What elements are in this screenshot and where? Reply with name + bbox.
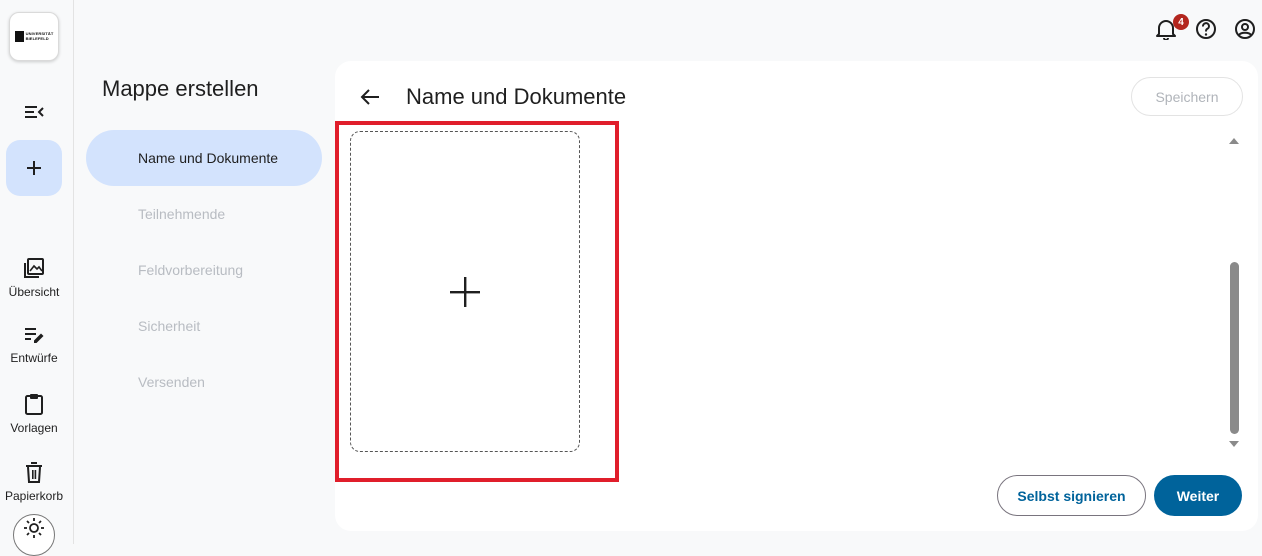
theme-toggle-button[interactable] [13, 514, 55, 556]
page-title: Name und Dokumente [406, 84, 627, 109]
university-logo[interactable]: UNIVERSITÄT BIELEFELD [9, 12, 59, 61]
create-button[interactable] [6, 140, 62, 196]
clipboard-icon [25, 394, 43, 415]
account-circle-icon [1235, 19, 1255, 39]
scroll-up-arrow-icon[interactable] [1229, 136, 1239, 146]
step-feldvorbereitung[interactable]: Feldvorbereitung [86, 242, 322, 298]
add-document-dropzone[interactable] [350, 131, 580, 452]
plus-icon [27, 161, 41, 175]
step-versenden[interactable]: Versenden [86, 354, 322, 410]
plus-icon [450, 276, 480, 307]
scrollbar-thumb[interactable] [1230, 262, 1239, 434]
stepper-title: Mappe erstellen [102, 76, 259, 101]
trash-icon [26, 462, 42, 483]
navigation-rail: UNIVERSITÄT BIELEFELD Übersicht Entwürfe… [0, 0, 74, 556]
nav-label-papierkorb: Papierkorb [4, 489, 64, 503]
self-sign-button[interactable]: Selbst signieren [997, 475, 1146, 516]
next-button[interactable]: Weiter [1154, 475, 1242, 516]
step-name-und-dokumente[interactable]: Name und Dokumente [86, 130, 322, 186]
logo-mark-icon [14, 31, 24, 42]
nav-label-vorlagen: Vorlagen [10, 421, 58, 435]
photo-library-icon [24, 258, 44, 278]
notification-badge: 4 [1173, 14, 1189, 30]
step-sicherheit[interactable]: Sicherheit [86, 298, 322, 354]
save-button[interactable]: Speichern [1131, 77, 1243, 116]
account-button[interactable] [1233, 17, 1257, 41]
menu-collapse-button[interactable] [18, 98, 50, 126]
nav-item-papierkorb[interactable]: Papierkorb [0, 461, 68, 503]
arrow-back-icon [360, 89, 379, 105]
nav-item-vorlagen[interactable]: Vorlagen [0, 393, 68, 435]
edit-list-icon [25, 328, 44, 343]
help-button[interactable] [1194, 17, 1218, 41]
nav-item-uebersicht[interactable]: Übersicht [0, 257, 68, 299]
scroll-down-arrow-icon[interactable] [1229, 439, 1239, 449]
nav-label-entwuerfe: Entwürfe [10, 351, 58, 365]
back-button[interactable] [358, 85, 382, 109]
step-teilnehmende[interactable]: Teilnehmende [86, 186, 322, 242]
menu-open-icon [25, 106, 44, 118]
nav-item-entwuerfe[interactable]: Entwürfe [0, 325, 68, 365]
logo-text-line2: BIELEFELD [25, 35, 49, 41]
sun-icon [24, 518, 44, 538]
nav-label-uebersicht: Übersicht [8, 285, 60, 299]
help-icon [1196, 19, 1216, 39]
